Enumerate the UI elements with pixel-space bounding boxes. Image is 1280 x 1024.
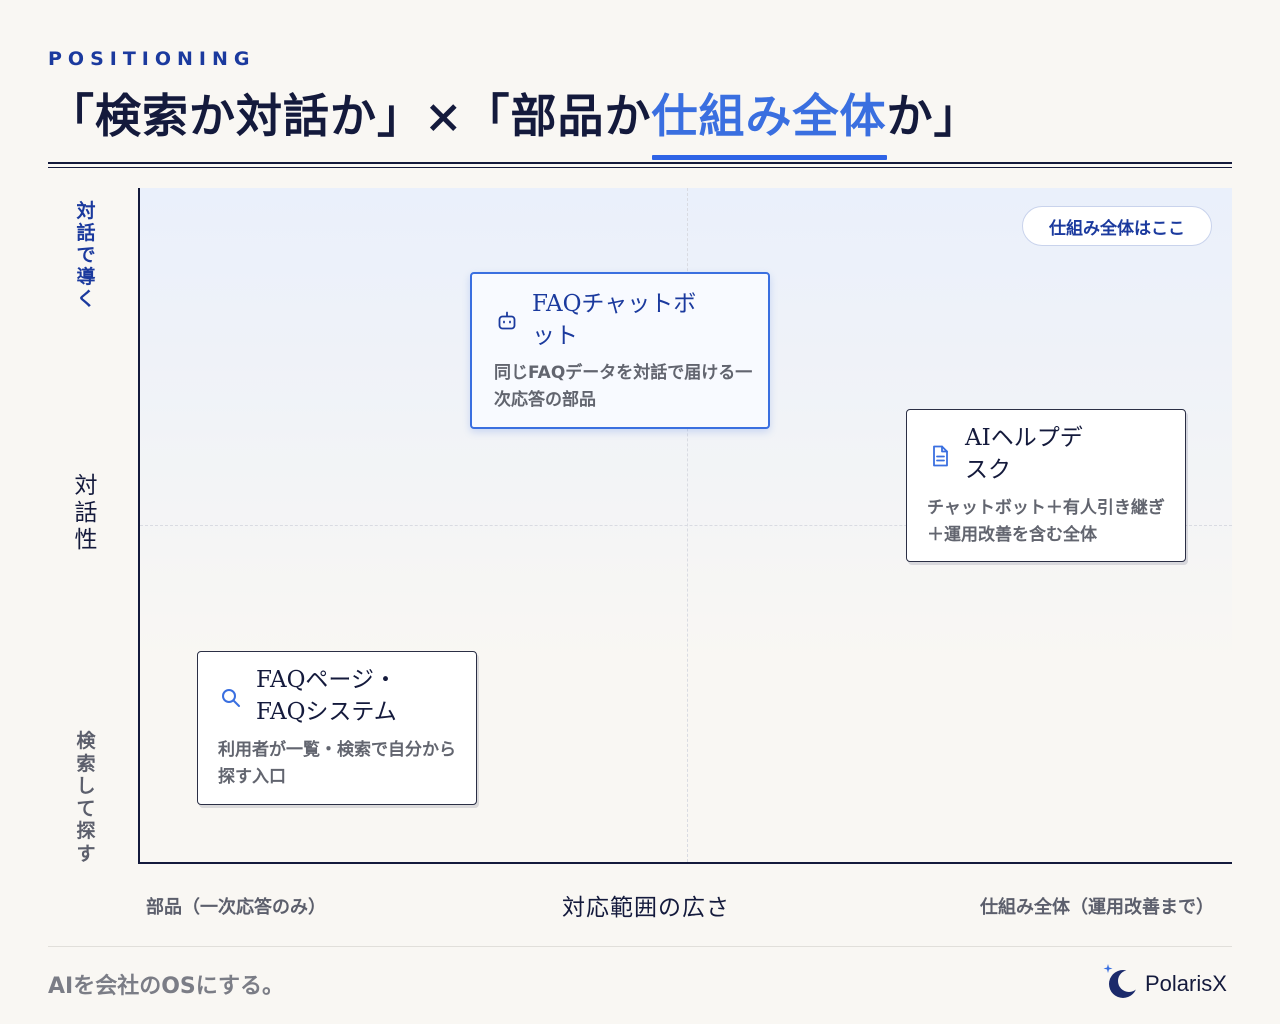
page-title: 「検索か対話か」×「部品か仕組み全体か」: [48, 80, 981, 160]
card-faq-chatbot: FAQチャットボット 同じFAQデータを対話で届ける一次応答の部品: [470, 272, 770, 429]
title-suffix: か」: [886, 89, 981, 143]
card-faq-page: FAQページ・FAQシステム 利用者が一覧・検索で自分から探す入口: [197, 651, 477, 805]
y-axis-title: 対話性: [74, 473, 98, 553]
card-title: FAQページ・FAQシステム: [256, 667, 397, 725]
card-title: FAQチャットボット: [532, 291, 697, 349]
eyebrow-label: POSITIONING: [48, 48, 256, 70]
card-description: 利用者が一覧・検索で自分から探す入口: [218, 740, 456, 787]
card-ai-helpdesk: AIヘルプデスク チャットボット＋有人引き継ぎ＋運用改善を含む全体: [906, 409, 1186, 562]
title-rule-thin: [48, 167, 1232, 168]
x-axis-right-label: 仕組み全体（運用改善まで）: [980, 897, 1214, 918]
robot-icon: [496, 310, 518, 336]
card-description: チャットボット＋有人引き継ぎ＋運用改善を含む全体: [927, 498, 1165, 545]
y-axis-top-label: 対話で導く: [76, 200, 96, 310]
brand-logo: PolarisX: [1102, 962, 1234, 1002]
title-rule-thick: [48, 162, 1232, 164]
search-icon: [220, 687, 242, 713]
brand-wordmark: PolarisX: [1145, 971, 1227, 996]
card-description: 同じFAQデータを対話で届ける一次応答の部品: [494, 363, 753, 410]
y-axis-bottom-label: 検索して探す: [76, 730, 96, 865]
x-axis-left-label: 部品（一次応答のみ）: [146, 897, 326, 918]
card-title: AIヘルプデスク: [965, 425, 1083, 483]
document-icon: [929, 444, 951, 472]
polaris-mark-icon: [1102, 962, 1142, 1006]
whole-system-badge: 仕組み全体はここ: [1022, 206, 1212, 246]
x-axis-title: 対応範囲の広さ: [562, 895, 730, 921]
footer-tagline: AIを会社のOSにする。: [48, 974, 284, 999]
title-prefix: 「検索か対話か」×「部品か: [48, 89, 652, 143]
title-highlight: 仕組み全体: [651, 80, 887, 160]
footer-rule: [48, 946, 1232, 947]
